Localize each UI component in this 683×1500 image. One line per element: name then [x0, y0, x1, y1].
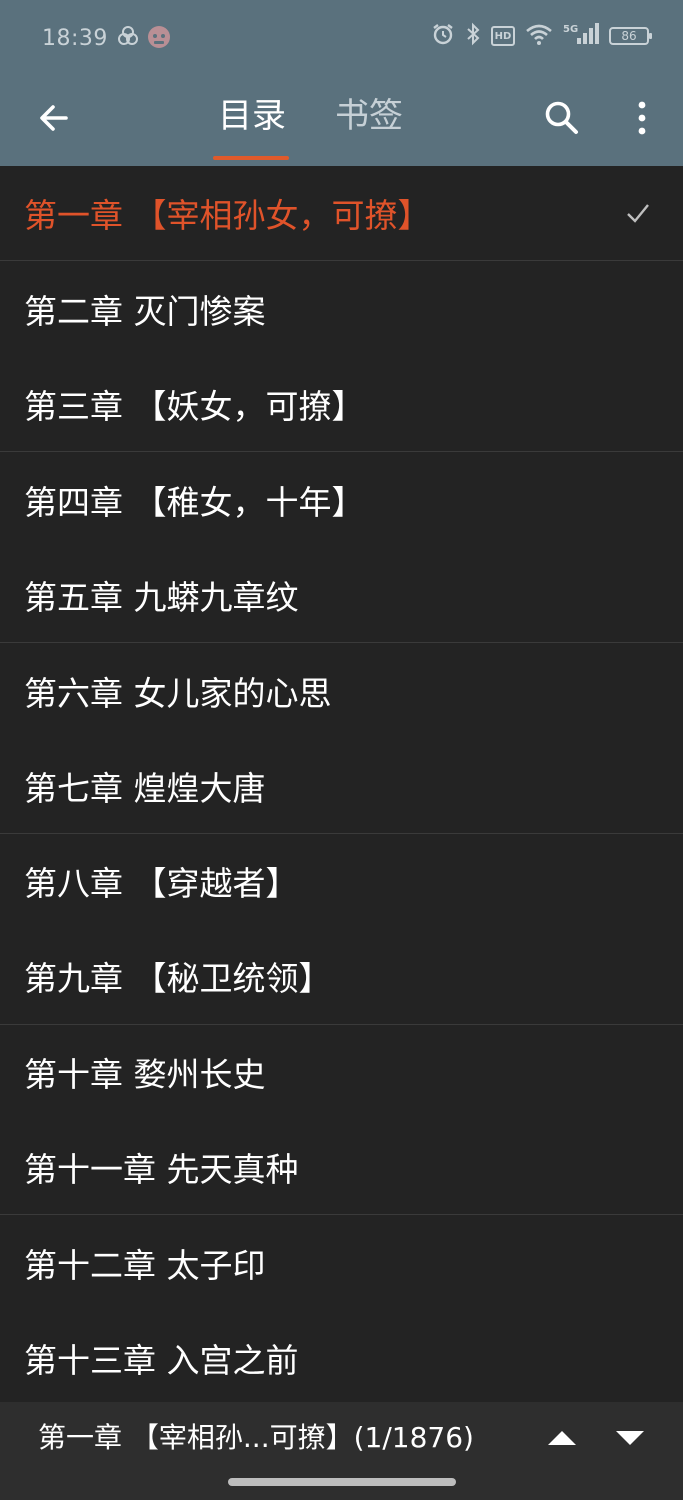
- status-time: 18:39: [42, 26, 108, 51]
- scroll-down-button[interactable]: [608, 1416, 652, 1460]
- home-indicator[interactable]: [228, 1478, 456, 1486]
- chapter-title: 第七章 煌煌大唐: [24, 768, 266, 808]
- chapter-title: 第二章 灭门惨案: [24, 292, 266, 332]
- network-type-label: 5G: [563, 24, 578, 35]
- app-icon-2: [146, 24, 172, 54]
- signal-icon: 5G: [563, 22, 599, 50]
- search-button[interactable]: [538, 94, 586, 142]
- chapter-item[interactable]: 第十三章 入宫之前: [0, 1311, 683, 1402]
- status-left-icons: [116, 24, 172, 54]
- chapter-item[interactable]: 第二章 灭门惨案: [0, 261, 683, 356]
- chapter-item[interactable]: 第五章 九蟒九章纹: [0, 548, 683, 643]
- tab-bookmark[interactable]: 书签: [335, 94, 403, 138]
- chapter-item[interactable]: 第十章 婺州长史: [0, 1025, 683, 1120]
- chapter-item[interactable]: 第四章 【稚女，十年】: [0, 452, 683, 547]
- tab-indicator: [213, 156, 289, 160]
- scroll-up-button[interactable]: [540, 1416, 584, 1460]
- search-icon: [545, 101, 578, 134]
- chapter-title: 第十三章 入宫之前: [24, 1341, 299, 1381]
- chapter-list: 第一章 【宰相孙女，可撩】 第二章 灭门惨案 第三章 【妖女，可撩】 第四章 【…: [0, 166, 683, 1402]
- current-chapter-label: 第一章 【宰相孙...可撩】(1/1876): [38, 1421, 474, 1454]
- toolbar: 目录 书签: [0, 80, 683, 166]
- status-bar: 18:39 HD 5G 86: [0, 0, 683, 80]
- alarm-icon: [431, 22, 455, 50]
- back-button[interactable]: [30, 94, 78, 142]
- triangle-up-icon: [548, 1431, 576, 1445]
- tab-toc[interactable]: 目录: [218, 94, 286, 138]
- chapter-item[interactable]: 第八章 【穿越者】: [0, 834, 683, 929]
- chapter-item[interactable]: 第九章 【秘卫统领】: [0, 929, 683, 1025]
- chapter-title: 第十章 婺州长史: [24, 1055, 266, 1095]
- chapter-title: 第六章 女儿家的心思: [24, 673, 332, 713]
- chapter-item-current[interactable]: 第一章 【宰相孙女，可撩】: [0, 166, 683, 262]
- battery-icon: 86: [609, 27, 652, 45]
- app-icon-1: [116, 25, 140, 53]
- chapter-item[interactable]: 第十二章 太子印: [0, 1215, 683, 1310]
- chapter-title: 第四章 【稚女，十年】: [24, 482, 365, 522]
- wifi-icon: [525, 23, 553, 49]
- chapter-title: 第五章 九蟒九章纹: [24, 577, 299, 617]
- more-options-button[interactable]: [618, 94, 666, 142]
- chapter-title: 第十一章 先天真种: [24, 1150, 299, 1190]
- hd-icon: HD: [491, 26, 515, 46]
- chapter-item[interactable]: 第七章 煌煌大唐: [0, 738, 683, 834]
- triangle-down-icon: [616, 1431, 644, 1445]
- more-vert-icon: [638, 101, 646, 135]
- chapter-item[interactable]: 第三章 【妖女，可撩】: [0, 357, 683, 453]
- status-right-icons: HD 5G 86: [431, 22, 652, 50]
- bluetooth-icon: [465, 22, 481, 50]
- header: 18:39 HD 5G 86 目录 书签: [0, 0, 683, 166]
- chapter-title: 第一章 【宰相孙女，可撩】: [24, 196, 431, 236]
- checkmark-icon: [627, 204, 649, 223]
- chapter-title: 第十二章 太子印: [24, 1245, 266, 1285]
- chapter-title: 第九章 【秘卫统领】: [24, 959, 332, 999]
- chapter-title: 第八章 【穿越者】: [24, 864, 299, 904]
- chapter-item[interactable]: 第六章 女儿家的心思: [0, 643, 683, 738]
- chapter-title: 第三章 【妖女，可撩】: [24, 386, 365, 426]
- chapter-item[interactable]: 第十一章 先天真种: [0, 1120, 683, 1216]
- back-arrow-icon: [40, 105, 68, 131]
